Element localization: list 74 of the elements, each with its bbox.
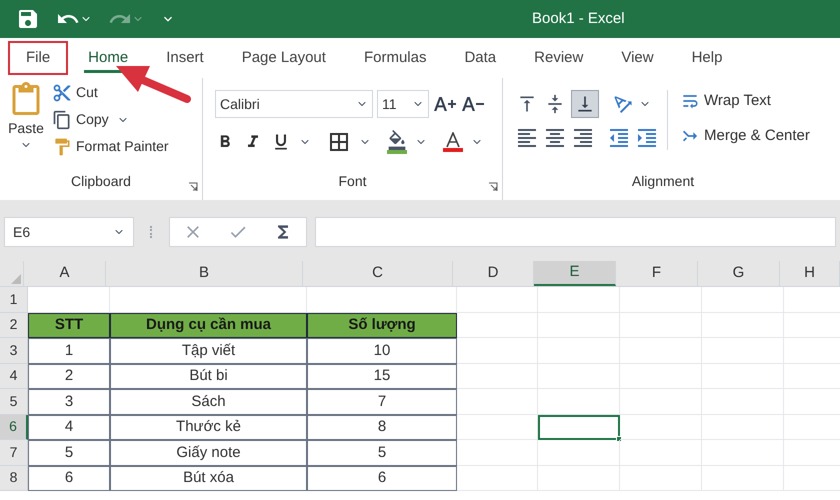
column-header[interactable]: E: [534, 261, 616, 286]
header-cell: STT: [28, 312, 110, 338]
borders-icon[interactable]: [327, 130, 351, 154]
row-header[interactable]: 7: [0, 440, 28, 466]
column-header[interactable]: A: [24, 261, 106, 286]
ribbon-tab[interactable]: File: [8, 41, 68, 75]
align-left-icon[interactable]: [515, 126, 539, 150]
row-header[interactable]: 6: [0, 414, 28, 440]
font-name-field[interactable]: Calibri: [215, 90, 373, 118]
fill-color-icon[interactable]: [387, 130, 407, 154]
table-cell: Tập viết: [110, 338, 307, 364]
window-title: Book1 - Excel: [532, 8, 625, 29]
column-header[interactable]: G: [698, 261, 780, 286]
format-painter-button[interactable]: Format Painter: [52, 136, 169, 157]
table-cell: 4: [28, 414, 110, 440]
save-icon[interactable]: [16, 7, 40, 31]
table-cell: 7: [307, 389, 457, 414]
corner-triangle-icon: [11, 274, 21, 284]
scissors-icon: [52, 82, 72, 102]
name-box[interactable]: E6: [4, 217, 134, 247]
group-label: Alignment: [632, 172, 694, 191]
font-color-icon[interactable]: [443, 132, 463, 152]
ribbon-tab[interactable]: Data: [446, 41, 514, 75]
row-header[interactable]: 5: [0, 389, 28, 414]
row-header[interactable]: 1: [0, 287, 28, 312]
dialog-launcher-icon[interactable]: [488, 182, 498, 192]
table-cell: Bút xóa: [110, 466, 307, 491]
wrap-text-button[interactable]: Wrap Text: [680, 90, 810, 112]
table-cell: Thước kẻ: [110, 414, 307, 440]
table-cell: Giấy note: [110, 440, 307, 466]
increase-indent-icon[interactable]: [635, 126, 659, 150]
ribbon-tab[interactable]: Review: [516, 41, 602, 75]
ribbon-tab[interactable]: Page Layout: [224, 41, 344, 75]
column-header[interactable]: F: [616, 261, 698, 286]
table-cell: 5: [307, 440, 457, 466]
ribbon-tab[interactable]: Formulas: [346, 41, 444, 75]
header-cell: Dụng cụ cần mua: [110, 312, 307, 338]
dialog-launcher-icon[interactable]: [188, 182, 198, 192]
copy-button[interactable]: Copy: [52, 109, 109, 130]
align-center-icon[interactable]: [543, 126, 567, 150]
merge-center-button[interactable]: Merge & Center: [680, 124, 810, 147]
ribbon-tab[interactable]: Help: [674, 41, 740, 75]
row-header[interactable]: 8: [0, 466, 28, 491]
table-cell: 8: [307, 414, 457, 440]
table-cell: Sách: [110, 389, 307, 414]
font-size-field[interactable]: 11: [377, 90, 429, 118]
row-header[interactable]: 2: [0, 312, 28, 338]
table-cell: 1: [28, 338, 110, 364]
header-cell: Số lượng: [307, 312, 457, 338]
cut-button[interactable]: Cut: [52, 82, 98, 103]
more-icon: [150, 226, 153, 238]
ribbon-tab[interactable]: View: [603, 41, 672, 75]
paste-button[interactable]: Paste: [0, 82, 52, 171]
bottom-align-icon[interactable]: [571, 90, 599, 118]
table-cell: Bút bi: [110, 364, 307, 389]
column-header[interactable]: C: [303, 261, 453, 286]
decrease-indent-icon[interactable]: [607, 126, 631, 150]
table-cell: 15: [307, 364, 457, 389]
align-right-icon[interactable]: [571, 126, 595, 150]
ribbon-tab[interactable]: Insert: [148, 41, 222, 75]
group-label: Font: [338, 172, 366, 191]
table-cell: 6: [307, 466, 457, 491]
active-cell[interactable]: [538, 414, 620, 440]
table-cell: 2: [28, 364, 110, 389]
row-header[interactable]: 4: [0, 364, 28, 389]
copy-icon: [52, 110, 72, 130]
row-header[interactable]: 3: [0, 338, 28, 364]
column-header[interactable]: H: [780, 261, 840, 286]
table-cell: 5: [28, 440, 110, 466]
group-label: Clipboard: [71, 172, 131, 191]
table-cell: 6: [28, 466, 110, 491]
column-header[interactable]: B: [106, 261, 303, 286]
table-cell: 3: [28, 389, 110, 414]
table-cell: 10: [307, 338, 457, 364]
